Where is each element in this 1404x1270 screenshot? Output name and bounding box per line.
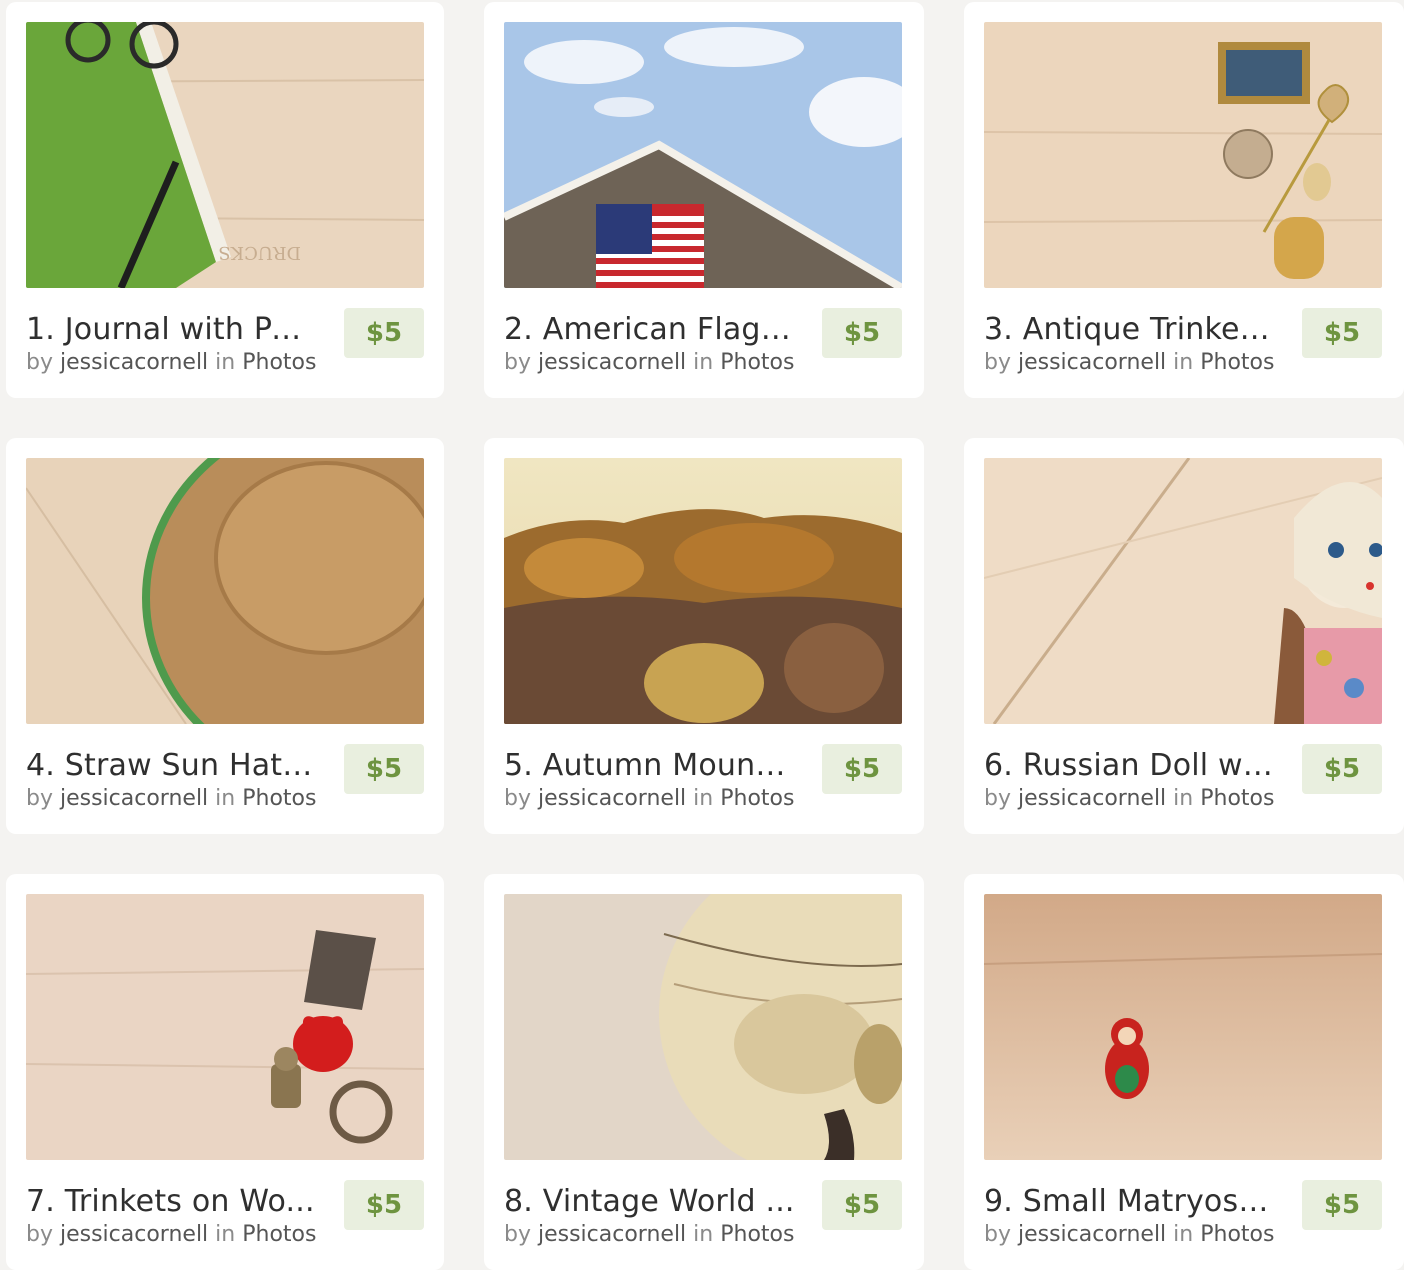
product-card[interactable]: DRUCKS 1. Journal with Pe... by jessicac… (6, 2, 444, 398)
in-label: in (693, 786, 714, 811)
by-label: by (984, 350, 1011, 375)
product-thumbnail-straw-sun-hat[interactable] (26, 458, 424, 724)
svg-text:DRUCKS: DRUCKS (218, 242, 301, 263)
product-title[interactable]: 4. Straw Sun Hat ... (26, 746, 318, 786)
product-title[interactable]: 2. American Flag ... (504, 310, 796, 350)
category-link[interactable]: Photos (720, 786, 794, 811)
in-label: in (215, 786, 236, 811)
by-label: by (26, 350, 53, 375)
product-title[interactable]: 8. Vintage World ... (504, 1182, 796, 1222)
by-label: by (504, 350, 531, 375)
author-link[interactable]: jessicacornell (538, 350, 686, 375)
product-thumbnail-antique-trinkets[interactable] (984, 22, 1382, 288)
in-label: in (1173, 1222, 1194, 1247)
author-link[interactable]: jessicacornell (1018, 350, 1166, 375)
product-card[interactable]: 7. Trinkets on Wo... by jessicacornell i… (6, 874, 444, 1270)
product-thumbnail-russian-doll[interactable] (984, 458, 1382, 724)
product-meta: by jessicacornell in Photos (984, 784, 1274, 814)
author-link[interactable]: jessicacornell (1018, 1222, 1166, 1247)
product-thumbnail-american-flag[interactable] (504, 22, 902, 288)
product-card[interactable]: 4. Straw Sun Hat ... by jessicacornell i… (6, 438, 444, 834)
product-title[interactable]: 7. Trinkets on Wo... (26, 1182, 318, 1222)
by-label: by (984, 1222, 1011, 1247)
product-meta: by jessicacornell in Photos (504, 1220, 794, 1250)
product-thumbnail-autumn-mountain[interactable] (504, 458, 902, 724)
category-link[interactable]: Photos (242, 1222, 316, 1247)
product-meta: by jessicacornell in Photos (504, 784, 794, 814)
category-link[interactable]: Photos (1200, 1222, 1274, 1247)
product-thumbnail-small-matryoshka[interactable] (984, 894, 1382, 1160)
price-button[interactable]: $5 (822, 1180, 902, 1230)
price-button[interactable]: $5 (344, 1180, 424, 1230)
in-label: in (1173, 786, 1194, 811)
in-label: in (693, 1222, 714, 1247)
author-link[interactable]: jessicacornell (60, 786, 208, 811)
price-button[interactable]: $5 (822, 744, 902, 794)
price-button[interactable]: $5 (822, 308, 902, 358)
product-meta: by jessicacornell in Photos (26, 1220, 316, 1250)
price-button[interactable]: $5 (1302, 308, 1382, 358)
by-label: by (26, 1222, 53, 1247)
product-title[interactable]: 9. Small Matryosh... (984, 1182, 1276, 1222)
product-meta: by jessicacornell in Photos (984, 1220, 1274, 1250)
product-meta: by jessicacornell in Photos (984, 348, 1274, 378)
product-meta: by jessicacornell in Photos (26, 348, 316, 378)
product-meta: by jessicacornell in Photos (26, 784, 316, 814)
product-card[interactable]: 2. American Flag ... by jessicacornell i… (484, 2, 924, 398)
product-thumbnail-journal-with-pen[interactable]: DRUCKS (26, 22, 424, 288)
product-card[interactable]: 8. Vintage World ... by jessicacornell i… (484, 874, 924, 1270)
product-card[interactable]: 3. Antique Trinket... by jessicacornell … (964, 2, 1404, 398)
by-label: by (504, 786, 531, 811)
product-card[interactable]: 6. Russian Doll wit... by jessicacornell… (964, 438, 1404, 834)
category-link[interactable]: Photos (1200, 786, 1274, 811)
product-meta: by jessicacornell in Photos (504, 348, 794, 378)
product-grid: DRUCKS 1. Journal with Pe... by jessicac… (0, 0, 1404, 1270)
in-label: in (215, 1222, 236, 1247)
by-label: by (26, 786, 53, 811)
price-button[interactable]: $5 (1302, 1180, 1382, 1230)
product-thumbnail-trinkets-on-wood[interactable] (26, 894, 424, 1160)
product-card[interactable]: 9. Small Matryosh... by jessicacornell i… (964, 874, 1404, 1270)
category-link[interactable]: Photos (242, 786, 316, 811)
author-link[interactable]: jessicacornell (60, 350, 208, 375)
in-label: in (215, 350, 236, 375)
category-link[interactable]: Photos (720, 350, 794, 375)
by-label: by (984, 786, 1011, 811)
by-label: by (504, 1222, 531, 1247)
author-link[interactable]: jessicacornell (538, 1222, 686, 1247)
category-link[interactable]: Photos (242, 350, 316, 375)
category-link[interactable]: Photos (1200, 350, 1274, 375)
product-title[interactable]: 5. Autumn Mount... (504, 746, 796, 786)
category-link[interactable]: Photos (720, 1222, 794, 1247)
price-button[interactable]: $5 (344, 308, 424, 358)
product-title[interactable]: 3. Antique Trinket... (984, 310, 1276, 350)
author-link[interactable]: jessicacornell (538, 786, 686, 811)
product-title[interactable]: 6. Russian Doll wit... (984, 746, 1276, 786)
product-title[interactable]: 1. Journal with Pe... (26, 310, 318, 350)
in-label: in (693, 350, 714, 375)
price-button[interactable]: $5 (344, 744, 424, 794)
price-button[interactable]: $5 (1302, 744, 1382, 794)
in-label: in (1173, 350, 1194, 375)
author-link[interactable]: jessicacornell (60, 1222, 208, 1247)
author-link[interactable]: jessicacornell (1018, 786, 1166, 811)
product-thumbnail-vintage-world-globe[interactable] (504, 894, 902, 1160)
product-card[interactable]: 5. Autumn Mount... by jessicacornell in … (484, 438, 924, 834)
